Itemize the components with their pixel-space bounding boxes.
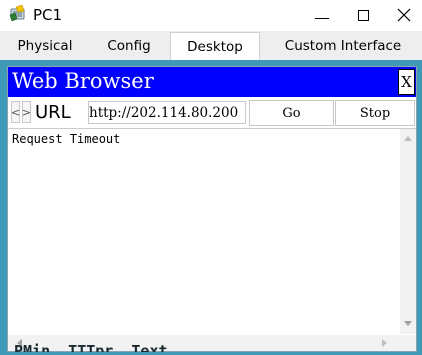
url-input[interactable]: http://202.114.80.200 [88,101,246,124]
pc-icon [9,5,25,22]
window-title: PC1 [33,6,63,24]
browser-toolbar: < > URL http://202.114.80.200 Go Stop [8,98,416,129]
title-bar: PC1 [0,0,422,30]
scroll-right-icon[interactable] [382,339,387,347]
url-value: http://202.114.80.200 [89,105,239,121]
forward-button[interactable]: > [22,101,31,123]
browser-close-button[interactable]: X [398,69,415,95]
maximize-icon [357,9,369,21]
scroll-up-icon[interactable] [404,136,412,141]
go-button[interactable]: Go [249,100,334,126]
tab-physical[interactable]: Physical [8,35,82,57]
browser-header: Web Browser X [8,67,416,97]
web-browser-window: Web Browser X < > URL http://202.114.80.… [7,66,417,352]
page-content: Request Timeout [8,129,416,351]
minimize-button[interactable] [302,0,342,30]
close-button[interactable] [384,0,422,30]
desktop-panel: Web Browser X < > URL http://202.114.80.… [0,60,422,355]
underlying-text: PMin TTTpr Text [14,342,168,352]
scroll-down-icon[interactable] [404,321,412,326]
maximize-button[interactable] [343,0,383,30]
vertical-scrollbar[interactable] [400,129,416,334]
tab-bar: Physical Config Desktop Custom Interface [0,31,422,60]
url-label: URL [35,102,71,123]
scrollbar-corner [400,335,416,351]
browser-title: Web Browser [12,69,154,93]
stop-button[interactable]: Stop [335,100,415,126]
tab-config[interactable]: Config [94,35,164,57]
response-text: Request Timeout [12,132,121,146]
tab-custom-interface[interactable]: Custom Interface [268,35,418,57]
minimize-icon [315,17,329,19]
tab-desktop[interactable]: Desktop [170,32,260,60]
close-icon [397,8,411,22]
back-button[interactable]: < [11,101,20,123]
